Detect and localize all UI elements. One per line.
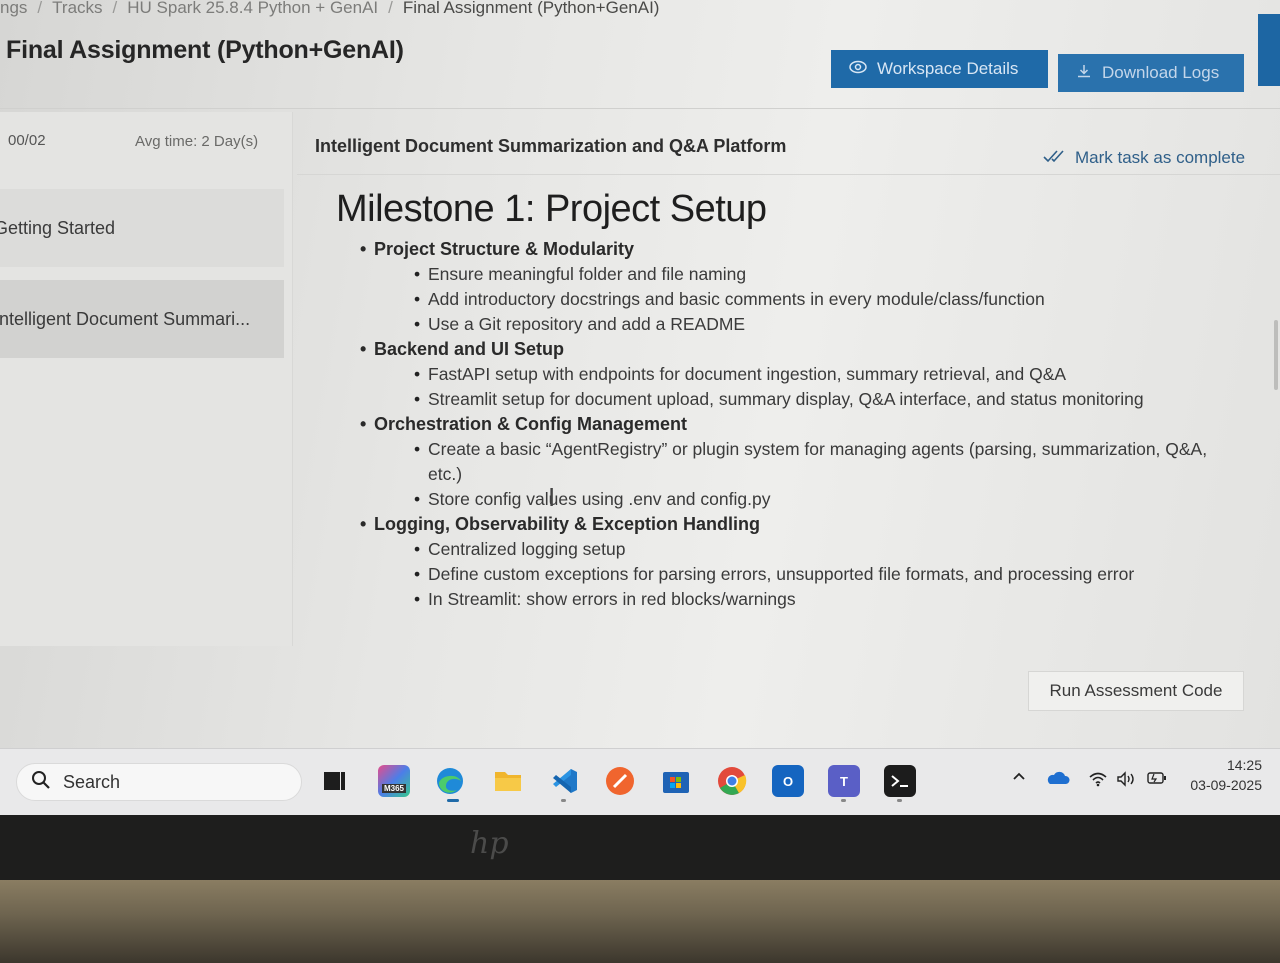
breadcrumb-separator: / [37, 0, 43, 17]
sidebar-item-label: Intelligent Document Summari... [0, 308, 251, 329]
taskbar-search[interactable]: Search [16, 763, 302, 801]
screen: ngs / Tracks / HU Spark 25.8.4 Python + … [0, 0, 1280, 815]
section-item: Orchestration & Config Management Create… [360, 412, 1236, 512]
breadcrumb-separator: / [112, 0, 118, 17]
run-assessment-button[interactable]: Run Assessment Code [1028, 671, 1244, 711]
postman-icon[interactable] [604, 765, 636, 797]
mark-complete-link[interactable]: Mark task as complete [1043, 148, 1245, 168]
double-check-icon [1043, 148, 1069, 168]
active-indicator [447, 799, 459, 802]
chevron-up-icon[interactable] [1012, 771, 1026, 781]
task-sidebar: 00/02 Avg time: 2 Day(s) Getting Started… [0, 112, 293, 646]
active-indicator [561, 799, 566, 802]
download-logs-label: Download Logs [1102, 63, 1220, 82]
milestone-sections: Project Structure & Modularity Ensure me… [336, 237, 1236, 612]
clock-time: 14:25 [1226, 757, 1262, 773]
scrollbar[interactable] [1274, 320, 1278, 390]
list-item: Use a Git repository and add a README [414, 312, 1236, 337]
clock-date: 03-09-2025 [1190, 777, 1262, 793]
task-view-icon[interactable] [318, 765, 350, 797]
download-icon [1076, 63, 1092, 84]
vscode-icon[interactable] [548, 765, 580, 797]
m365-icon[interactable]: M365 [378, 765, 410, 797]
section-heading: Backend and UI Setup [374, 339, 565, 359]
avg-time-label: Avg time: 2 Day(s) [135, 133, 259, 150]
breadcrumb-item[interactable]: HU Spark 25.8.4 Python + GenAI [127, 0, 378, 18]
download-logs-button[interactable]: Download Logs [1058, 54, 1244, 92]
list-item: FastAPI setup with endpoints for documen… [414, 362, 1236, 387]
taskbar: Search M365 O T 14:25 03-09-2025 [0, 748, 1280, 815]
laptop-body [0, 880, 1280, 963]
section-heading: Logging, Observability & Exception Handl… [374, 514, 761, 534]
section-heading: Project Structure & Modularity [374, 239, 635, 259]
workspace-details-label: Workspace Details [877, 59, 1019, 78]
list-item: Centralized logging setup [414, 537, 1236, 562]
list-item: Streamlit setup for document upload, sum… [414, 387, 1236, 412]
breadcrumb-item[interactable]: ngs [0, 0, 27, 18]
sidebar-item-getting-started[interactable]: Getting Started [0, 189, 284, 267]
breadcrumb-separator: / [388, 0, 393, 17]
task-title: Intelligent Document Summarization and Q… [315, 136, 787, 156]
search-icon [31, 770, 51, 795]
hp-logo: hp [470, 826, 509, 861]
section-item: Project Structure & Modularity Ensure me… [360, 237, 1236, 337]
list-item: Create a basic “AgentRegistry” or plugin… [414, 437, 1236, 487]
side-panel-toggle[interactable] [1258, 14, 1280, 86]
sidebar-item-intelligent-document[interactable]: Intelligent Document Summari... [0, 280, 284, 358]
breadcrumb-current: Final Assignment (Python+GenAI) [402, 0, 660, 17]
task-content: Milestone 1: Project Setup Project Struc… [336, 188, 1236, 612]
list-item: Ensure meaningful folder and file naming [414, 262, 1236, 287]
active-indicator [841, 799, 846, 802]
system-clock[interactable]: 14:25 03-09-2025 [1190, 755, 1262, 795]
mark-complete-label: Mark task as complete [1075, 148, 1246, 167]
breadcrumb-item[interactable]: Tracks [52, 0, 102, 18]
store-icon[interactable] [660, 765, 692, 797]
search-label: Search [63, 771, 121, 792]
chrome-icon[interactable] [716, 765, 748, 797]
laptop-bezel [0, 815, 1280, 880]
volume-icon[interactable] [1116, 771, 1138, 787]
list-item: In Streamlit: show errors in red blocks/… [414, 587, 1236, 612]
onedrive-icon[interactable] [1046, 771, 1070, 785]
list-item: Define custom exceptions for parsing err… [414, 562, 1236, 587]
teams-icon[interactable]: T [828, 765, 860, 797]
page-title: Final Assignment (Python+GenAI) [6, 36, 404, 64]
section-item: Logging, Observability & Exception Handl… [360, 512, 1236, 612]
edge-icon[interactable] [434, 765, 466, 797]
task-progress-count: 00/02 [8, 132, 46, 149]
text-cursor-icon: I [548, 482, 556, 512]
eye-icon [849, 59, 867, 79]
outlook-icon[interactable]: O [772, 765, 804, 797]
header-divider [0, 108, 1280, 109]
sidebar-item-label: Getting Started [0, 217, 116, 238]
battery-icon[interactable] [1146, 771, 1168, 785]
section-heading: Orchestration & Config Management [374, 414, 688, 434]
list-item: Add introductory docstrings and basic co… [414, 287, 1236, 312]
section-item: Backend and UI Setup FastAPI setup with … [360, 337, 1236, 412]
active-indicator [897, 799, 902, 802]
workspace-details-button[interactable]: Workspace Details [831, 50, 1048, 88]
task-header: Intelligent Document Summarization and Q… [297, 112, 1280, 175]
file-explorer-icon[interactable] [492, 765, 524, 797]
milestone-title: Milestone 1: Project Setup [336, 188, 767, 230]
breadcrumb: ngs / Tracks / HU Spark 25.8.4 Python + … [0, 0, 900, 22]
terminal-icon[interactable] [884, 765, 916, 797]
wifi-icon[interactable] [1088, 771, 1108, 787]
